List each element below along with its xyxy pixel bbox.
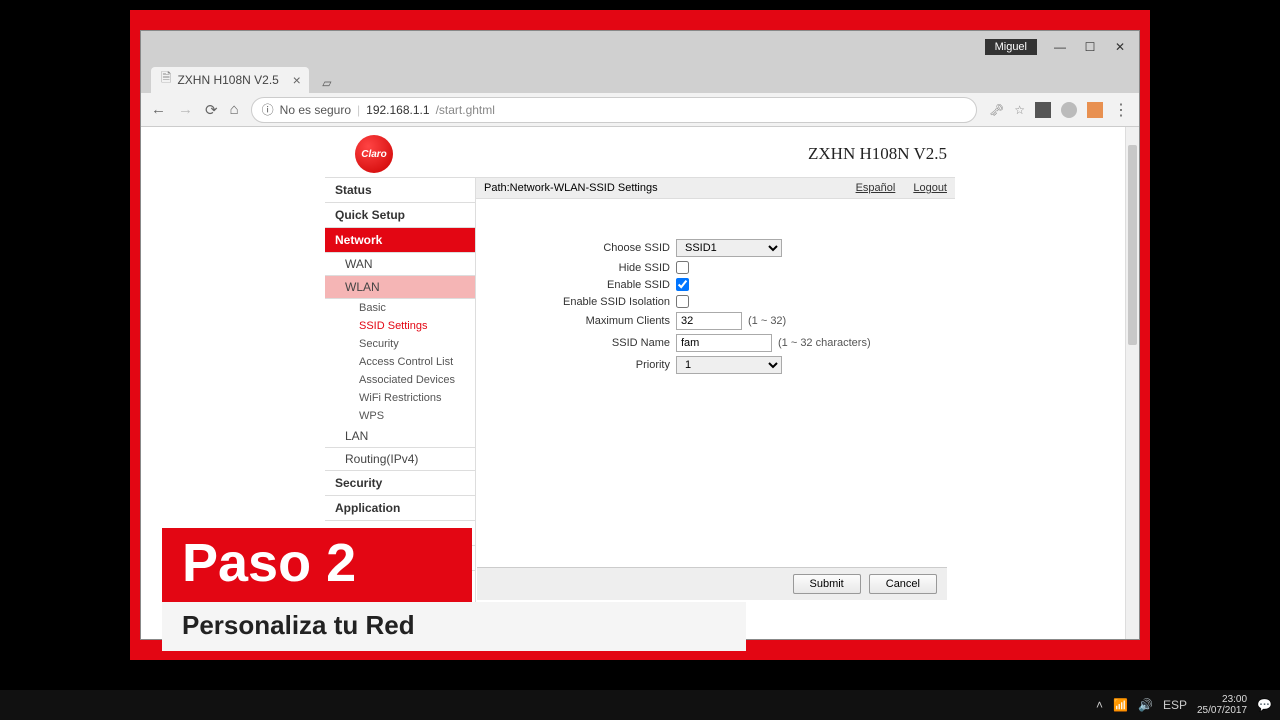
- menu-network[interactable]: Network: [325, 228, 475, 253]
- language-indicator[interactable]: ESP: [1163, 698, 1187, 712]
- address-bar: ← → ⟳ ⌂ ⓘ No es seguro | 192.168.1.1/sta…: [141, 93, 1139, 127]
- extension-icon-1[interactable]: [1035, 102, 1051, 118]
- slide-caption: Paso 2 Personaliza tu Red: [162, 528, 746, 651]
- select-priority[interactable]: 1: [676, 356, 782, 374]
- hint-ssid-name: (1 ~ 32 characters): [778, 337, 871, 349]
- select-choose-ssid[interactable]: SSID1: [676, 239, 782, 257]
- wlan-security[interactable]: Security: [325, 335, 475, 353]
- menu-quick-setup[interactable]: Quick Setup: [325, 203, 475, 228]
- extension-icon-3[interactable]: [1087, 102, 1103, 118]
- menu-status[interactable]: Status: [325, 178, 475, 203]
- label-priority: Priority: [496, 359, 676, 371]
- tab-close-icon[interactable]: ×: [293, 72, 301, 88]
- breadcrumb: Path:Network-WLAN-SSID Settings: [484, 182, 658, 194]
- tray-chevron-icon[interactable]: ˄: [1096, 698, 1103, 712]
- label-isolation: Enable SSID Isolation: [496, 296, 676, 308]
- translate-icon[interactable]: 🗝: [989, 103, 1004, 117]
- new-tab-button[interactable]: ▱: [317, 73, 337, 93]
- clock-time: 23:00: [1197, 694, 1247, 705]
- input-ssid-name[interactable]: [676, 334, 772, 352]
- home-button[interactable]: ⌂: [230, 101, 239, 118]
- toolbar-right: 🗝 ☆ ⋮: [989, 100, 1129, 120]
- logout-link[interactable]: Logout: [913, 182, 947, 194]
- scroll-thumb[interactable]: [1128, 145, 1137, 345]
- submenu-routing[interactable]: Routing(IPv4): [325, 448, 475, 471]
- forward-button[interactable]: →: [178, 101, 193, 118]
- wlan-basic[interactable]: Basic: [325, 299, 475, 317]
- security-label: No es seguro: [280, 103, 351, 117]
- router-title: ZXHN H108N V2.5: [808, 144, 947, 164]
- window-titlebar: Miguel — ☐ ✕: [141, 31, 1139, 63]
- notifications-icon[interactable]: 💬: [1257, 698, 1272, 712]
- maximize-button[interactable]: ☐: [1075, 35, 1105, 59]
- label-enable-ssid: Enable SSID: [496, 279, 676, 291]
- url-host: 192.168.1.1: [366, 103, 429, 117]
- volume-icon[interactable]: 🔊: [1138, 698, 1153, 712]
- wlan-ssid-settings[interactable]: SSID Settings: [325, 317, 475, 335]
- wifi-icon[interactable]: 📶: [1113, 698, 1128, 712]
- windows-taskbar[interactable]: ˄ 📶 🔊 ESP 23:00 25/07/2017 💬: [0, 690, 1280, 720]
- label-max-clients: Maximum Clients: [496, 315, 676, 327]
- wlan-wps[interactable]: WPS: [325, 407, 475, 425]
- cancel-button[interactable]: Cancel: [869, 574, 937, 594]
- claro-logo: Claro: [355, 135, 393, 173]
- url-path: /start.ghtml: [436, 103, 495, 117]
- label-ssid-name: SSID Name: [496, 337, 676, 349]
- menu-application[interactable]: Application: [325, 496, 475, 521]
- back-button[interactable]: ←: [151, 101, 166, 118]
- wlan-restrictions[interactable]: WiFi Restrictions: [325, 389, 475, 407]
- reload-button[interactable]: ⟳: [205, 101, 218, 119]
- bookmark-icon[interactable]: ☆: [1014, 103, 1025, 117]
- tab-strip: 🗎 ZXHN H108N V2.5 × ▱: [141, 63, 1139, 93]
- browser-tab[interactable]: 🗎 ZXHN H108N V2.5 ×: [151, 67, 309, 93]
- chrome-user-badge[interactable]: Miguel: [985, 39, 1037, 55]
- tab-title: ZXHN H108N V2.5: [177, 73, 278, 87]
- label-hide-ssid: Hide SSID: [496, 262, 676, 274]
- wlan-assoc[interactable]: Associated Devices: [325, 371, 475, 389]
- input-max-clients[interactable]: [676, 312, 742, 330]
- hint-max-clients: (1 ~ 32): [748, 315, 786, 327]
- checkbox-hide-ssid[interactable]: [676, 261, 689, 274]
- ssid-form: Choose SSID SSID1 Hide SSID Enable SSID: [476, 199, 955, 398]
- submit-button[interactable]: Submit: [793, 574, 861, 594]
- submenu-lan[interactable]: LAN: [325, 425, 475, 448]
- router-header: Claro ZXHN H108N V2.5: [325, 127, 955, 177]
- step-title: Paso 2: [182, 533, 356, 593]
- label-choose-ssid: Choose SSID: [496, 242, 676, 254]
- minimize-button[interactable]: —: [1045, 35, 1075, 59]
- url-input[interactable]: ⓘ No es seguro | 192.168.1.1/start.ghtml: [251, 97, 977, 123]
- chrome-menu-icon[interactable]: ⋮: [1113, 100, 1129, 120]
- wlan-acl[interactable]: Access Control List: [325, 353, 475, 371]
- vertical-scrollbar[interactable]: [1125, 127, 1139, 639]
- step-subtitle: Personaliza tu Red: [182, 610, 415, 640]
- submenu-wan[interactable]: WAN: [325, 253, 475, 276]
- menu-security[interactable]: Security: [325, 471, 475, 496]
- extension-icon-2[interactable]: [1061, 102, 1077, 118]
- clock-date: 25/07/2017: [1197, 705, 1247, 716]
- language-link[interactable]: Español: [856, 182, 896, 194]
- page-icon: 🗎: [161, 69, 171, 91]
- checkbox-isolation[interactable]: [676, 295, 689, 308]
- checkbox-enable-ssid[interactable]: [676, 278, 689, 291]
- close-button[interactable]: ✕: [1105, 35, 1135, 59]
- submenu-wlan[interactable]: WLAN: [325, 276, 475, 299]
- breadcrumb-bar: Path:Network-WLAN-SSID Settings Español …: [476, 178, 955, 199]
- system-clock[interactable]: 23:00 25/07/2017: [1197, 694, 1247, 716]
- info-icon: ⓘ: [262, 101, 274, 118]
